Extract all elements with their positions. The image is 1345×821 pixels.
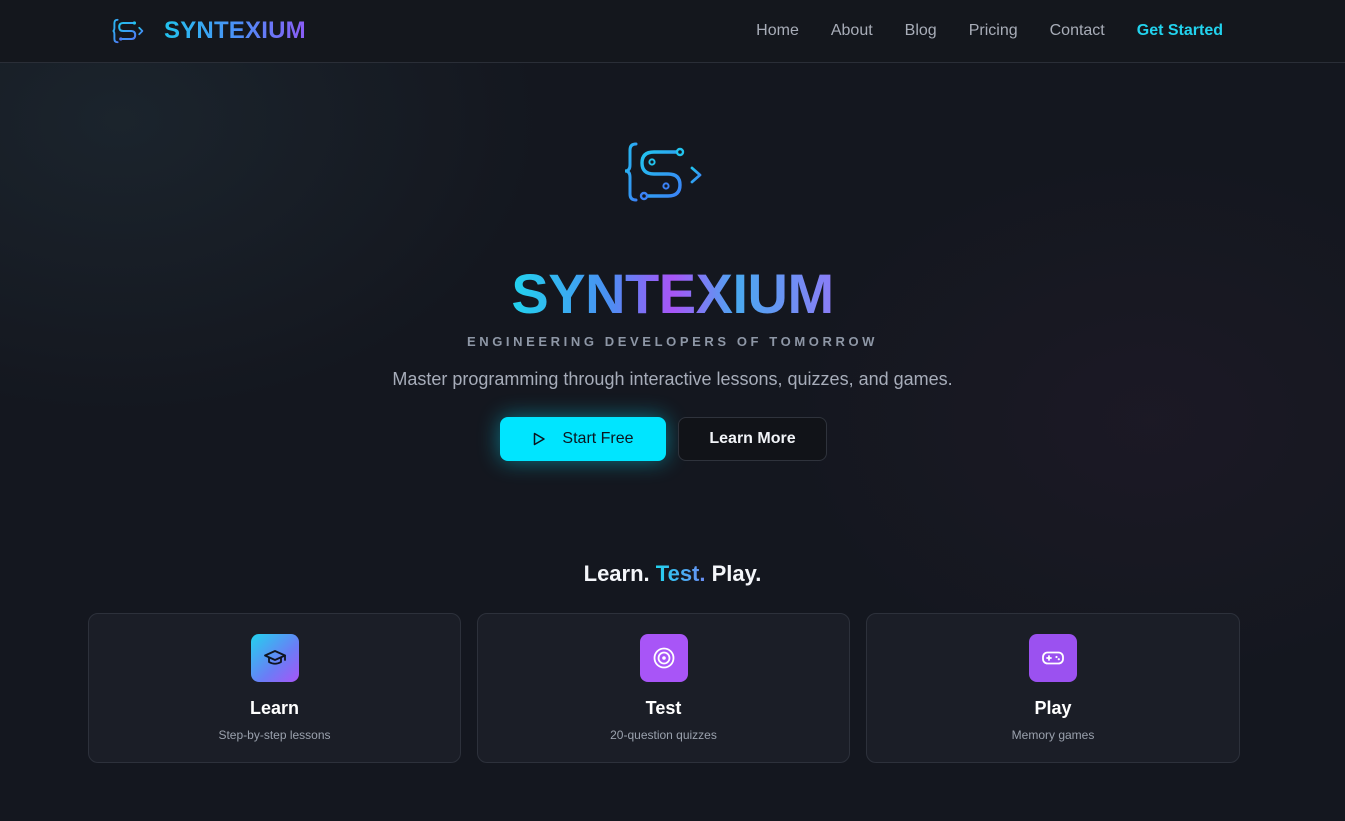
landing-page: SYNTEXIUM Home About Blog Pricing Contac… [0, 0, 1345, 821]
nav-home[interactable]: Home [756, 20, 799, 42]
hero-logo-icon [624, 142, 702, 202]
feature-card-learn[interactable]: Learn Step-by-step lessons [88, 613, 461, 763]
nav-pricing[interactable]: Pricing [969, 20, 1018, 42]
feature-card-play[interactable]: Play Memory games [866, 613, 1240, 763]
feature-card-test[interactable]: Test 20-question quizzes [477, 613, 850, 763]
play-icon [534, 432, 546, 446]
start-free-label: Start Free [562, 430, 634, 447]
hero-tagline: ENGINEERING DEVELOPERS OF TOMORROW [466, 334, 879, 349]
learn-more-button[interactable]: Learn More [678, 417, 827, 461]
top-navbar: SYNTEXIUM Home About Blog Pricing Contac… [0, 0, 1345, 63]
syntexium-logo-icon [112, 18, 144, 44]
heading-test: Test. [655, 561, 706, 586]
main-nav: Home About Blog Pricing Contact Get Star… [756, 20, 1223, 42]
test-icon-box [639, 634, 688, 682]
heading-play: Play. [711, 561, 762, 586]
brand-name: SYNTEXIUM [164, 17, 306, 44]
card-description: Step-by-step lessons [218, 728, 331, 742]
start-free-button[interactable]: Start Free [500, 417, 666, 461]
card-description: Memory games [1011, 728, 1095, 742]
card-title: Play [1034, 698, 1072, 718]
card-title: Learn [249, 698, 300, 718]
nav-get-started[interactable]: Get Started [1137, 20, 1223, 42]
brand-link[interactable]: SYNTEXIUM [112, 14, 306, 48]
gamepad-icon [1042, 651, 1064, 665]
hero-title-text: SYNTEXIUM [511, 262, 834, 325]
card-description: 20-question quizzes [610, 728, 717, 742]
nav-contact[interactable]: Contact [1050, 20, 1105, 42]
graduation-cap-icon [263, 650, 286, 665]
features-heading: Learn. Test. Play. [0, 561, 1345, 587]
hero-title: SYNTEXIUM [0, 260, 1345, 328]
card-title: Test [645, 698, 682, 718]
nav-about[interactable]: About [831, 20, 873, 42]
learn-icon-box [250, 634, 299, 682]
hero-subtitle: Master programming through interactive l… [392, 369, 953, 389]
heading-learn: Learn. [583, 561, 650, 586]
play-icon-box [1029, 634, 1077, 682]
nav-blog[interactable]: Blog [905, 20, 937, 42]
target-icon [653, 647, 674, 669]
